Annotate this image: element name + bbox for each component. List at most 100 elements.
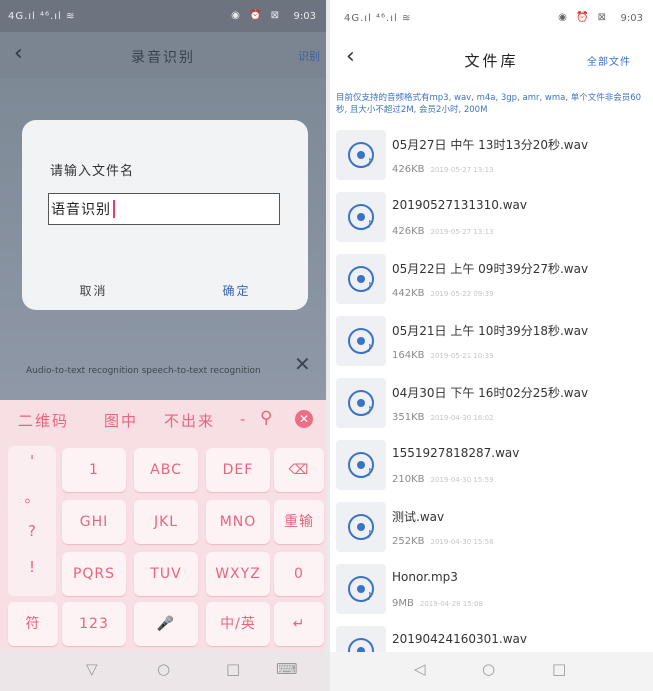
audio-file-icon: ♪ bbox=[336, 502, 386, 552]
key-ghi[interactable]: GHI bbox=[62, 500, 126, 544]
audio-file-icon: ♪ bbox=[336, 440, 386, 490]
signal-indicator: 4G.ıl ⁴⁶.ıl ≋ bbox=[8, 11, 76, 22]
enter-icon[interactable]: ↵ bbox=[274, 602, 324, 646]
recent-square-icon[interactable]: □ bbox=[226, 660, 240, 678]
list-item[interactable]: ♪ 05月22日 上午 09时39分27秒.wav 442KB 2019-05-2… bbox=[330, 248, 653, 310]
file-date: 2019-05-27 13:13 bbox=[430, 228, 494, 236]
key-language-toggle[interactable]: 中/英 bbox=[206, 602, 270, 646]
key-0[interactable]: 0 bbox=[274, 552, 324, 596]
punct-key[interactable]: ? bbox=[8, 522, 56, 540]
list-item[interactable]: ♪ 04月30日 下午 16时02分25秒.wav 351KB 2019-04-3… bbox=[330, 372, 653, 434]
right-screen: 4G.ıl ⁴⁶.ıl ≋ ◉ ⏰ ⊠ 9:03 ‹ 文件库 全部文件 目前仅支… bbox=[330, 0, 653, 691]
search-icon[interactable]: ⚲ bbox=[260, 408, 272, 428]
key-jkl[interactable]: JKL bbox=[134, 500, 198, 544]
top-nav: ‹ 录音识别 识别 bbox=[0, 32, 326, 78]
list-item[interactable]: ♪ 测试.wav 252KB 2019-04-30 15:58 bbox=[330, 496, 653, 558]
file-meta: 9MB 2019-04-28 15:08 bbox=[392, 598, 483, 609]
candidate-word[interactable]: 图中 bbox=[104, 410, 138, 431]
key-tuv[interactable]: TUV bbox=[134, 552, 198, 596]
status-icons: ◉ ⏰ ⊠ bbox=[231, 10, 282, 21]
key-wxyz[interactable]: WXYZ bbox=[206, 552, 270, 596]
file-name: 1551927818287.wav bbox=[392, 446, 520, 460]
file-meta: 252KB 2019-04-30 15:58 bbox=[392, 536, 494, 547]
file-size: 210KB bbox=[392, 474, 425, 485]
file-size: 426KB bbox=[392, 164, 425, 175]
candidate-bar: 二维码 图中 不出来 - ⚲ ✕ bbox=[0, 400, 326, 440]
list-item[interactable]: ♪ 05月21日 上午 10时39分18秒.wav 164KB 2019-05-2… bbox=[330, 310, 653, 372]
file-name: 20190424160301.wav bbox=[392, 632, 527, 646]
signal-indicator: 4G.ıl ⁴⁶.ıl ≋ bbox=[344, 13, 412, 24]
file-meta: 210KB 2019-04-30 15:59 bbox=[392, 474, 494, 485]
filename-input[interactable] bbox=[48, 193, 280, 225]
file-name: 04月30日 下午 16时02分25秒.wav bbox=[392, 386, 589, 400]
status-bar: 4G.ıl ⁴⁶.ıl ≋ ◉ ⏰ ⊠ 9:03 bbox=[330, 0, 653, 36]
back-triangle-icon[interactable]: ▽ bbox=[86, 660, 98, 678]
key-symbol[interactable]: 符 bbox=[8, 602, 58, 646]
file-date: 2019-04-30 15:59 bbox=[430, 476, 494, 484]
list-item[interactable]: ♪ Honor.mp3 9MB 2019-04-28 15:08 bbox=[330, 558, 653, 620]
file-size: 164KB bbox=[392, 350, 425, 361]
home-circle-icon[interactable]: ○ bbox=[482, 660, 495, 678]
file-size: 351KB bbox=[392, 412, 425, 423]
file-size: 426KB bbox=[392, 226, 425, 237]
file-date: 2019-04-30 16:02 bbox=[430, 414, 494, 422]
file-name: 05月22日 上午 09时39分27秒.wav bbox=[392, 262, 589, 276]
top-nav: ‹ 文件库 全部文件 bbox=[330, 36, 653, 82]
key-reenter[interactable]: 重输 bbox=[274, 500, 324, 544]
candidate-word[interactable]: 不出来 bbox=[164, 410, 215, 431]
page-title: 录音识别 bbox=[131, 50, 195, 66]
all-files-button[interactable]: 全部文件 bbox=[587, 53, 631, 68]
audio-file-icon: ♪ bbox=[336, 316, 386, 366]
cancel-button[interactable]: 取消 bbox=[22, 282, 165, 299]
key-123[interactable]: 123 bbox=[62, 602, 126, 646]
candidate-word[interactable]: - bbox=[240, 410, 247, 428]
close-icon[interactable]: ✕ bbox=[295, 410, 313, 428]
nav-right-action[interactable]: 识别 bbox=[298, 48, 320, 64]
backspace-icon[interactable]: ⌫ bbox=[274, 448, 324, 492]
key-mno[interactable]: MNO bbox=[206, 500, 270, 544]
microphone-icon[interactable]: 🎤 bbox=[134, 602, 198, 646]
recent-square-icon[interactable]: □ bbox=[552, 660, 566, 678]
home-circle-icon[interactable]: ○ bbox=[157, 660, 170, 678]
system-nav-bar: ◁ ○ □ bbox=[330, 652, 653, 691]
status-bar: 4G.ıl ⁴⁶.ıl ≋ ◉ ⏰ ⊠ 9:03 bbox=[0, 0, 326, 32]
file-size: 252KB bbox=[392, 536, 425, 547]
punct-key[interactable]: ' bbox=[8, 452, 56, 470]
key-pqrs[interactable]: PQRS bbox=[62, 552, 126, 596]
list-item[interactable]: ♪ 05月27日 中午 13时13分20秒.wav 426KB 2019-05-2… bbox=[330, 124, 653, 186]
back-triangle-icon[interactable]: ◁ bbox=[414, 660, 426, 678]
file-date: 2019-04-30 15:58 bbox=[430, 538, 494, 546]
text-caret bbox=[113, 200, 115, 218]
key-def[interactable]: DEF bbox=[206, 448, 270, 492]
punct-key[interactable]: 。 bbox=[8, 486, 56, 507]
close-icon[interactable]: ✕ bbox=[294, 352, 311, 376]
background-caption: Audio-to-text recognition speech-to-text… bbox=[26, 366, 261, 376]
list-item[interactable]: ♪ 1551927818287.wav 210KB 2019-04-30 15:5… bbox=[330, 434, 653, 496]
key-1[interactable]: 1 bbox=[62, 448, 126, 492]
file-name: Honor.mp3 bbox=[392, 570, 458, 584]
left-screen: 4G.ıl ⁴⁶.ıl ≋ ◉ ⏰ ⊠ 9:03 ‹ 录音识别 识别 Audio… bbox=[0, 0, 326, 691]
punct-key[interactable]: ! bbox=[8, 558, 56, 576]
file-meta: 351KB 2019-04-30 16:02 bbox=[392, 412, 494, 423]
file-date: 2019-04-28 15:08 bbox=[419, 600, 483, 608]
status-icons: ◉ ⏰ ⊠ bbox=[558, 12, 609, 23]
audio-file-icon: ♪ bbox=[336, 192, 386, 242]
file-date: 2019-05-21 10:39 bbox=[430, 352, 494, 360]
audio-file-icon: ♪ bbox=[336, 130, 386, 180]
list-item[interactable]: ♪ 20190527131310.wav 426KB 2019-05-27 13:… bbox=[330, 186, 653, 248]
candidate-word[interactable]: 二维码 bbox=[18, 410, 69, 431]
keyboard-icon[interactable]: ⌨ bbox=[276, 660, 298, 678]
file-meta: 442KB 2019-05-22 09:39 bbox=[392, 288, 494, 299]
audio-file-icon: ♪ bbox=[336, 378, 386, 428]
system-nav-bar: ▽ ○ □ ⌨ bbox=[0, 650, 326, 691]
ime-keyboard: 二维码 图中 不出来 - ⚲ ✕ ' 。 ? ! 1 ABC DEF ⌫ GHI… bbox=[0, 400, 326, 650]
confirm-button[interactable]: 确定 bbox=[165, 282, 308, 299]
audio-file-icon: ♪ bbox=[336, 254, 386, 304]
format-notice: 目前仅支持的音频格式有mp3, wav, m4a, 3gp, amr, wma,… bbox=[336, 93, 642, 115]
file-name: 05月27日 中午 13时13分20秒.wav bbox=[392, 138, 589, 152]
file-meta: 426KB 2019-05-27 13:13 bbox=[392, 226, 494, 237]
filename-dialog: 请输入文件名 取消 确定 bbox=[22, 120, 308, 310]
file-date: 2019-05-27 13:13 bbox=[430, 166, 494, 174]
file-name: 20190527131310.wav bbox=[392, 198, 527, 212]
key-abc[interactable]: ABC bbox=[134, 448, 198, 492]
